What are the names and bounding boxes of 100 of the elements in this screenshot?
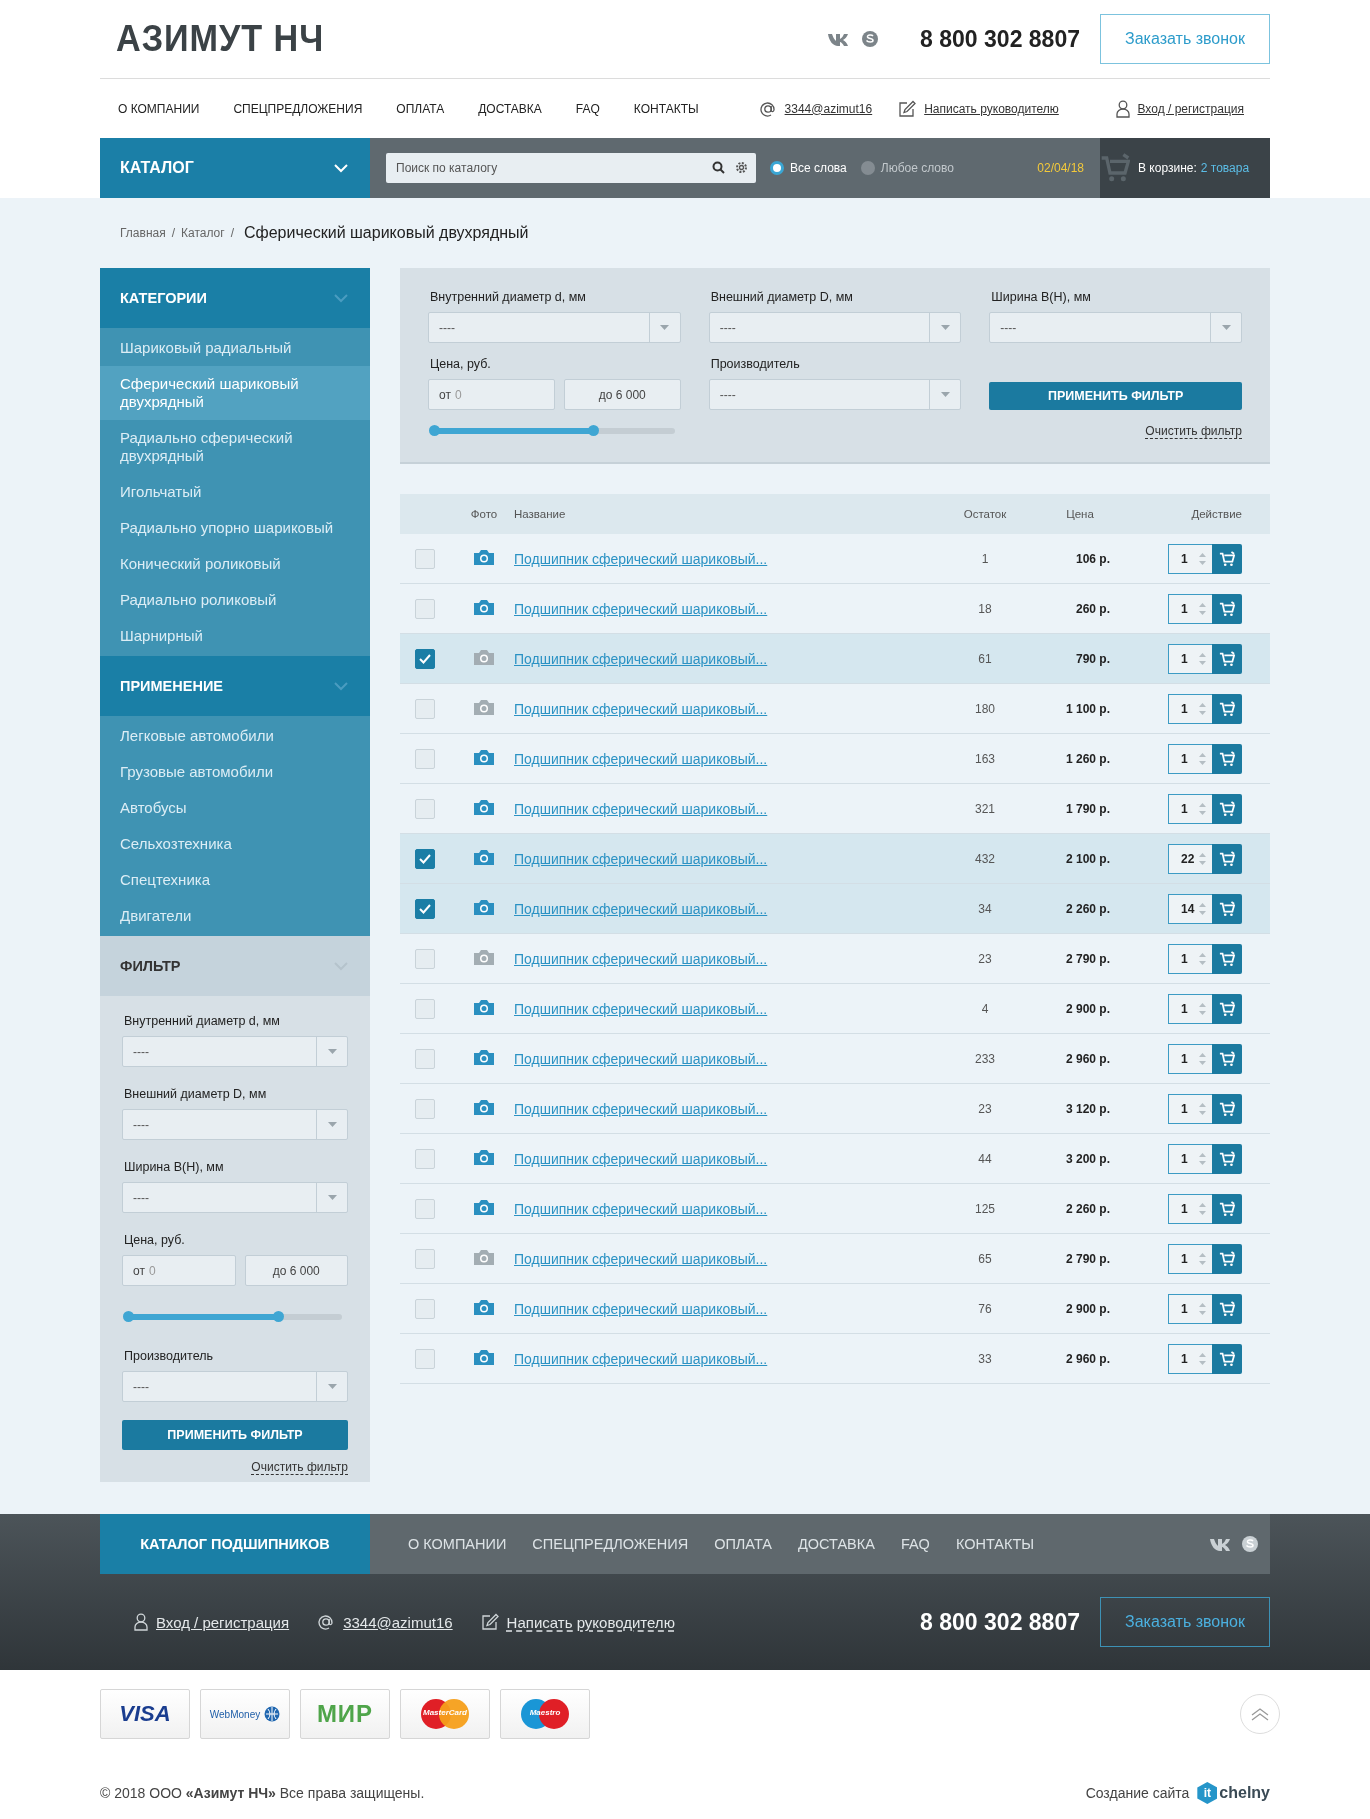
table-row[interactable]: Подшипник сферический шариковый... 34 2 260 р. 14: [400, 884, 1270, 934]
footer-nav-link[interactable]: ДОСТАВКА: [797, 1536, 875, 1552]
add-to-cart-button[interactable]: [1212, 1243, 1242, 1274]
quantity-field[interactable]: 1: [1168, 993, 1212, 1024]
nav-link[interactable]: ДОСТАВКА: [478, 101, 542, 116]
slider-handle[interactable]: [587, 425, 599, 436]
footer-catalog-title[interactable]: КАТАЛОГ ПОДШИПНИКОВ: [100, 1514, 370, 1574]
skype-icon[interactable]: [1242, 1536, 1258, 1552]
add-to-cart-button[interactable]: [1212, 1343, 1242, 1374]
quantity-field[interactable]: 1: [1168, 593, 1212, 624]
radio-button[interactable]: [860, 161, 875, 175]
add-to-cart-button[interactable]: [1212, 743, 1242, 774]
camera-icon[interactable]: [474, 1149, 494, 1165]
clear-filter-link[interactable]: Очистить фильтр: [251, 1460, 348, 1474]
price-from-field[interactable]: от 0: [122, 1255, 236, 1286]
sidebar-section-header[interactable]: ФИЛЬТР: [100, 936, 370, 996]
table-row[interactable]: Подшипник сферический шариковый... 180 1 100 р. 1: [400, 684, 1270, 734]
select-field[interactable]: ----: [708, 312, 962, 343]
sidebar-section-header[interactable]: КАТЕГОРИИ: [100, 268, 370, 328]
camera-icon[interactable]: [474, 949, 494, 965]
login-link[interactable]: Вход / регистрация: [1137, 101, 1244, 116]
camera-icon[interactable]: [474, 799, 494, 815]
nav-link[interactable]: СПЕЦПРЕДЛОЖЕНИЯ: [233, 101, 363, 116]
vk-icon[interactable]: [828, 32, 851, 46]
table-row[interactable]: Подшипник сферический шариковый... 1 106 р. 1: [400, 534, 1270, 584]
add-to-cart-button[interactable]: [1212, 693, 1242, 724]
table-row[interactable]: Подшипник сферический шариковый... 432 2 100 р. 22: [400, 834, 1270, 884]
select-field[interactable]: ----: [122, 1109, 348, 1140]
camera-icon[interactable]: [474, 1299, 494, 1315]
table-row[interactable]: Подшипник сферический шариковый... 23 2 790 р. 1: [400, 934, 1270, 984]
footer-nav-link[interactable]: СПЕЦПРЕДЛОЖЕНИЯ: [532, 1536, 689, 1552]
quantity-field[interactable]: 22: [1168, 843, 1212, 874]
quantity-field[interactable]: 1: [1168, 1193, 1212, 1224]
table-row[interactable]: Подшипник сферический шариковый... 44 3 200 р. 1: [400, 1134, 1270, 1184]
nav-link[interactable]: О КОМПАНИИ: [118, 101, 200, 116]
cart-link[interactable]: 2 товара: [1200, 161, 1250, 175]
table-row[interactable]: Подшипник сферический шариковый... 4 2 900 р. 1: [400, 984, 1270, 1034]
select-field[interactable]: ----: [122, 1371, 348, 1402]
email-link[interactable]: 3344@azimut16: [343, 1613, 453, 1631]
select-field[interactable]: ----: [989, 312, 1242, 343]
add-to-cart-button[interactable]: [1212, 1093, 1242, 1124]
table-row[interactable]: Подшипник сферический шариковый... 125 2 260 р. 1: [400, 1184, 1270, 1234]
site-logo[interactable]: АЗИМУТ НЧ: [116, 18, 793, 60]
table-row[interactable]: Подшипник сферический шариковый... 76 2 900 р. 1: [400, 1284, 1270, 1334]
camera-icon[interactable]: [474, 1099, 494, 1115]
nav-link[interactable]: ОПЛАТА: [396, 101, 445, 116]
add-to-cart-button[interactable]: [1212, 593, 1242, 624]
email-link[interactable]: 3344@azimut16: [784, 101, 873, 116]
slider-handle[interactable]: [429, 425, 440, 436]
camera-icon[interactable]: [474, 699, 494, 715]
sidebar-section-header[interactable]: ПРИМЕНЕНИЕ: [100, 656, 370, 716]
radio-button[interactable]: [770, 161, 784, 175]
add-to-cart-button[interactable]: [1212, 893, 1242, 924]
footer-nav-link[interactable]: FAQ: [900, 1536, 930, 1552]
search-icon[interactable]: [712, 161, 725, 174]
add-to-cart-button[interactable]: [1212, 1293, 1242, 1324]
add-to-cart-button[interactable]: [1212, 993, 1242, 1024]
table-row[interactable]: Подшипник сферический шариковый... 65 2 790 р. 1: [400, 1234, 1270, 1284]
quantity-field[interactable]: 1: [1168, 1093, 1212, 1124]
row-checkbox[interactable]: [415, 648, 435, 669]
catalog-button[interactable]: КАТАЛОГ: [100, 138, 370, 198]
apply-filter-button[interactable]: ПРИМЕНИТЬ ФИЛЬТР: [122, 1420, 348, 1450]
quantity-field[interactable]: 1: [1168, 643, 1212, 674]
callback-button[interactable]: Заказать звонок: [1100, 1597, 1270, 1647]
quantity-field[interactable]: 1: [1168, 1293, 1212, 1324]
camera-icon[interactable]: [474, 999, 494, 1015]
price-from-field[interactable]: от 0: [428, 379, 555, 410]
row-checkbox[interactable]: [415, 848, 435, 869]
camera-icon[interactable]: [474, 849, 494, 865]
price-to-field[interactable]: до 6 000: [244, 1255, 348, 1286]
quantity-field[interactable]: 1: [1168, 1243, 1212, 1274]
search-field[interactable]: Поиск по каталогу: [386, 153, 756, 183]
select-field[interactable]: ----: [122, 1036, 348, 1067]
table-row[interactable]: Подшипник сферический шариковый... 23 3 120 р. 1: [400, 1084, 1270, 1134]
settings-icon[interactable]: [735, 161, 748, 174]
camera-icon[interactable]: [474, 549, 494, 565]
row-checkbox[interactable]: [415, 898, 435, 919]
footer-nav-link[interactable]: О КОМПАНИИ: [408, 1536, 507, 1552]
login-link[interactable]: Вход / регистрация: [156, 1613, 290, 1631]
select-field[interactable]: ----: [122, 1182, 348, 1213]
quantity-field[interactable]: 1: [1168, 743, 1212, 774]
camera-icon[interactable]: [474, 1249, 494, 1265]
add-to-cart-button[interactable]: [1212, 1193, 1242, 1224]
table-row[interactable]: Подшипник сферический шариковый... 33 2 960 р. 1: [400, 1334, 1270, 1384]
quantity-field[interactable]: 1: [1168, 1043, 1212, 1074]
developer-logo-text[interactable]: chelny: [1219, 1784, 1270, 1802]
camera-icon[interactable]: [474, 749, 494, 765]
camera-icon[interactable]: [474, 1049, 494, 1065]
camera-icon[interactable]: [474, 599, 494, 615]
nav-link[interactable]: КОНТАКТЫ: [633, 101, 699, 116]
quantity-field[interactable]: 1: [1168, 543, 1212, 574]
add-to-cart-button[interactable]: [1212, 843, 1242, 874]
footer-nav-link[interactable]: КОНТАКТЫ: [955, 1536, 1035, 1552]
quantity-field[interactable]: 1: [1168, 693, 1212, 724]
skype-icon[interactable]: [862, 31, 879, 47]
table-row[interactable]: Подшипник сферический шариковый... 163 1 260 р. 1: [400, 734, 1270, 784]
price-to-field[interactable]: до 6 000: [563, 379, 681, 410]
breadcrumb-link[interactable]: Каталог: [181, 226, 225, 240]
add-to-cart-button[interactable]: [1212, 943, 1242, 974]
vk-icon[interactable]: [1210, 1537, 1232, 1551]
